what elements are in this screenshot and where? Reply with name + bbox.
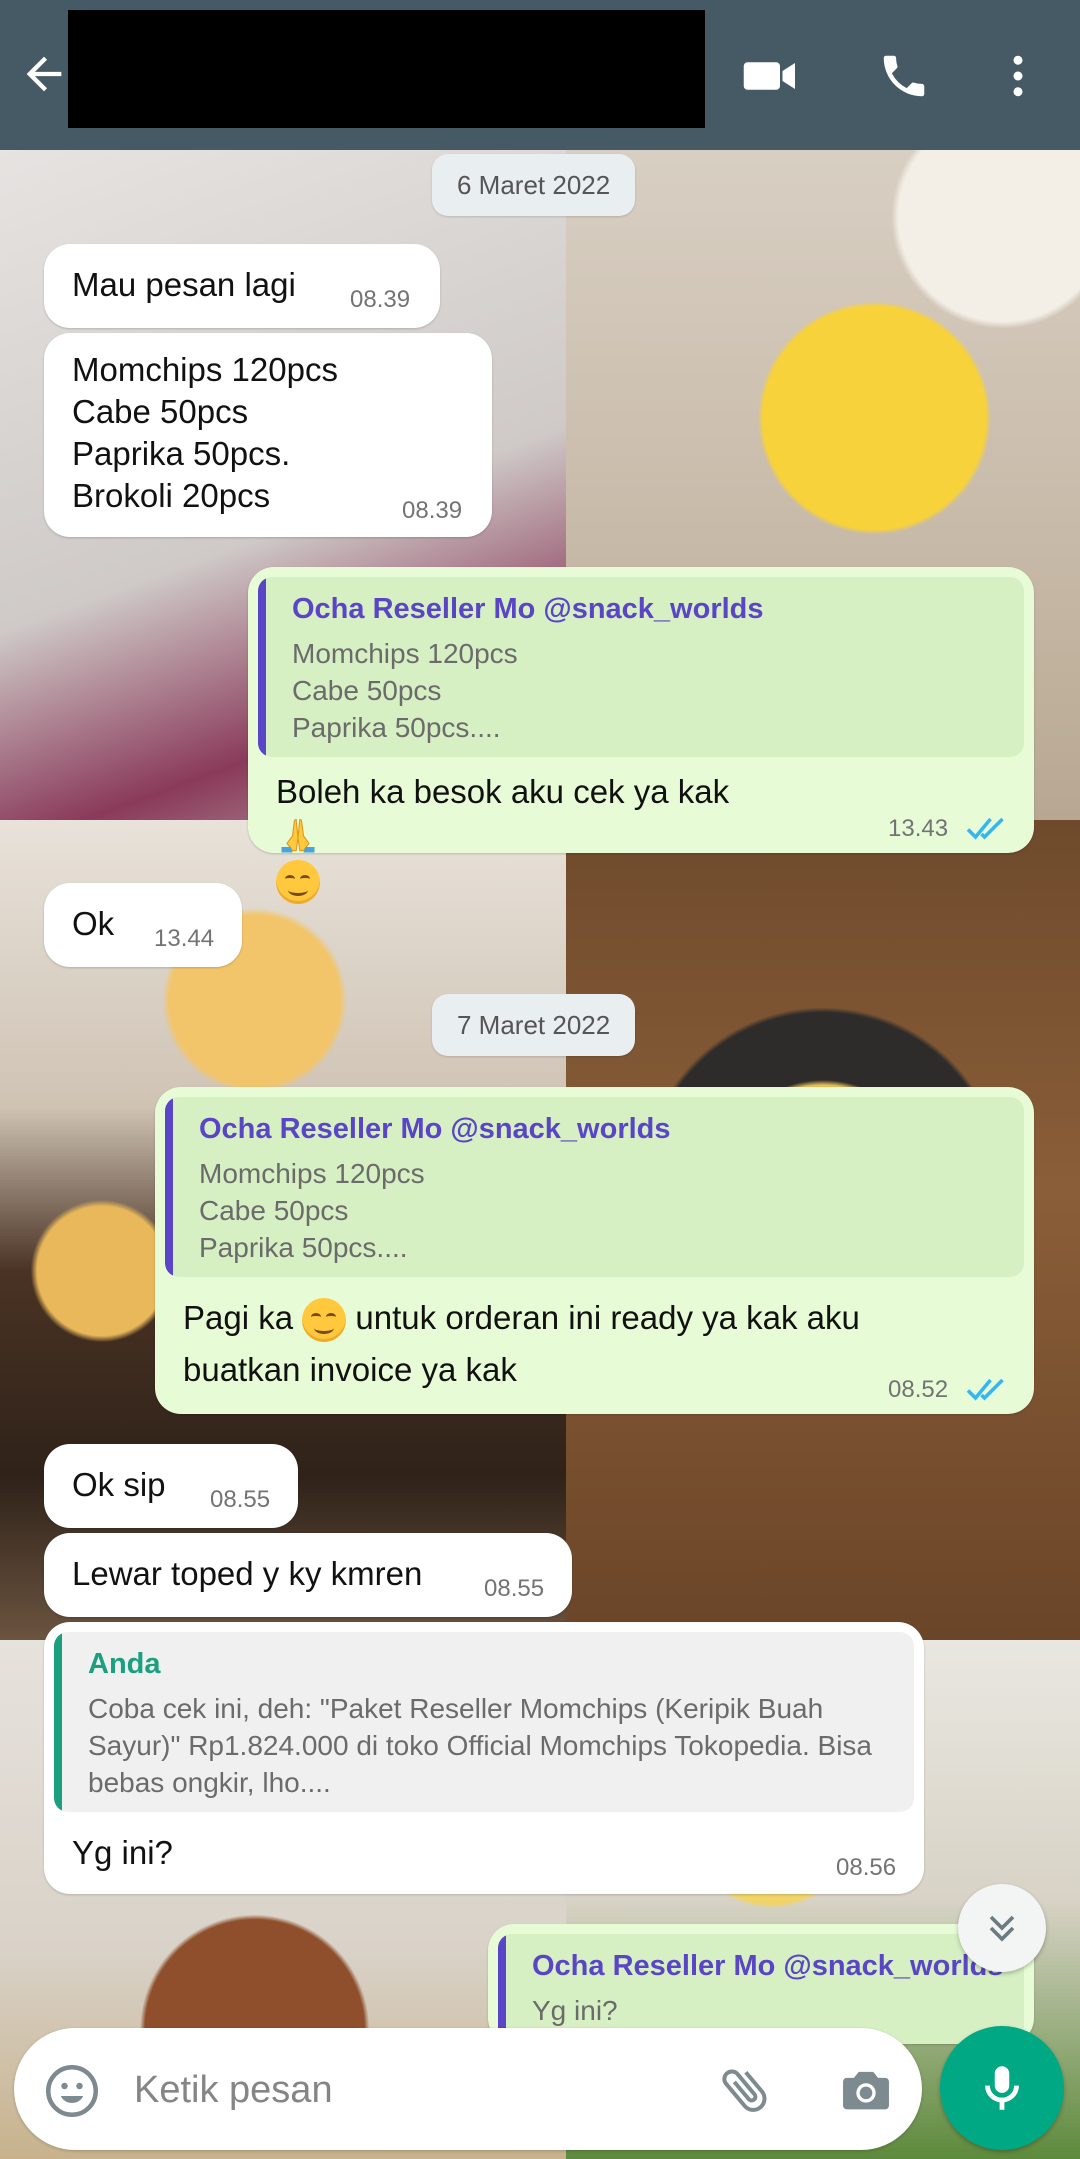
quote-sender: Ocha Reseller Mo @snack_worlds — [292, 593, 764, 625]
message-text: Yg ini? — [72, 1834, 173, 1871]
message-time: 08.55 — [484, 1575, 545, 1602]
phone-icon — [883, 55, 925, 97]
outgoing-message[interactable]: Ocha Reseller Mo @snack_worlds Momchips … — [248, 567, 1034, 904]
incoming-message[interactable]: Ok 13.44 — [44, 883, 242, 967]
voice-call-button[interactable] — [872, 44, 936, 108]
message-text: Lewar toped y ky kmren — [72, 1555, 423, 1592]
quote-text: Momchips 120pcs Cabe 50pcs Paprika 50pcs… — [199, 1158, 425, 1263]
scroll-to-bottom-button[interactable] — [958, 1884, 1046, 1972]
quoted-message[interactable]: Anda Coba cek ini, deh: "Paket Reseller … — [54, 1632, 914, 1812]
smiling-face-icon — [276, 859, 320, 904]
quote-sender: Ocha Reseller Mo @snack_worlds — [199, 1113, 671, 1145]
quote-text: Yg ini? — [532, 1995, 618, 2026]
message-text: Mau pesan lagi — [72, 266, 296, 303]
folded-hands-icon — [281, 819, 315, 853]
more-vert-icon — [1013, 55, 1023, 97]
incoming-message[interactable]: Lewar toped y ky kmren 08.55 — [44, 1533, 572, 1617]
message-time: 13.43 — [888, 815, 949, 842]
message-time: 08.52 — [888, 1376, 949, 1403]
back-arrow-icon — [26, 56, 62, 92]
quoted-message[interactable]: Ocha Reseller Mo @snack_worlds Momchips … — [165, 1097, 1024, 1277]
message-input[interactable] — [132, 2064, 696, 2116]
incoming-message[interactable]: Ok sip 08.55 — [44, 1444, 298, 1528]
message-time: 08.56 — [836, 1854, 897, 1881]
quote-sender: Ocha Reseller Mo @snack_worlds — [532, 1950, 1004, 1982]
mic-icon — [985, 2066, 1019, 2110]
quote-bar — [165, 1097, 173, 1277]
message-text: Momchips 120pcs Cabe 50pcs Paprika 50pcs… — [72, 351, 338, 514]
message-time: 08.39 — [402, 497, 463, 524]
double-check-icon — [966, 817, 1004, 840]
outgoing-message[interactable]: Ocha Reseller Mo @snack_worlds Yg ini? — [488, 1924, 1034, 2044]
smiling-face-icon — [302, 1298, 347, 1343]
message-composer — [14, 2028, 922, 2150]
quote-bar — [258, 577, 266, 757]
message-text: Pagi ka untuk orderan ini ready ya kak a… — [183, 1297, 860, 1343]
more-options-button[interactable] — [986, 44, 1050, 108]
message-text: Ok — [72, 905, 115, 942]
message-time: 08.55 — [210, 1486, 271, 1513]
outgoing-message[interactable]: Ocha Reseller Mo @snack_worlds Momchips … — [155, 1087, 1034, 1414]
message-time: 08.39 — [350, 286, 411, 313]
video-call-icon — [743, 62, 795, 90]
message-time: 13.44 — [154, 925, 215, 952]
quoted-message[interactable]: Ocha Reseller Mo @snack_worlds Momchips … — [258, 577, 1024, 757]
quote-text: Momchips 120pcs Cabe 50pcs Paprika 50pcs… — [292, 638, 518, 743]
emoji-icon — [46, 2065, 98, 2117]
incoming-message[interactable]: Momchips 120pcs Cabe 50pcs Paprika 50pcs… — [44, 333, 492, 537]
double-check-icon — [966, 1378, 1004, 1401]
quote-text: Coba cek ini, deh: "Paket Reseller Momch… — [88, 1693, 872, 1798]
camera-button[interactable] — [834, 2058, 898, 2122]
attach-icon — [722, 2069, 767, 2112]
video-call-button[interactable] — [738, 44, 802, 108]
camera-icon — [843, 2071, 889, 2110]
message-text: Boleh ka besok aku cek ya kak — [276, 771, 729, 904]
incoming-message[interactable]: Anda Coba cek ini, deh: "Paket Reseller … — [44, 1622, 924, 1894]
message-text: Ok sip — [72, 1466, 166, 1503]
incoming-message[interactable]: Mau pesan lagi 08.39 — [44, 244, 440, 328]
back-button[interactable] — [14, 44, 74, 104]
contact-name-redacted[interactable] — [68, 10, 705, 128]
quote-bar — [54, 1632, 62, 1812]
date-chip: 6 Maret 2022 — [432, 154, 636, 216]
date-chip: 7 Maret 2022 — [432, 994, 636, 1056]
chat-header — [0, 0, 1080, 150]
scroll-down-icon — [989, 1915, 1015, 1942]
voice-message-button[interactable] — [940, 2026, 1064, 2150]
attach-button[interactable] — [714, 2058, 778, 2122]
quote-sender: Anda — [88, 1648, 161, 1680]
emoji-button[interactable] — [40, 2059, 104, 2123]
message-text-line2: buatkan invoice ya kak — [183, 1351, 517, 1388]
